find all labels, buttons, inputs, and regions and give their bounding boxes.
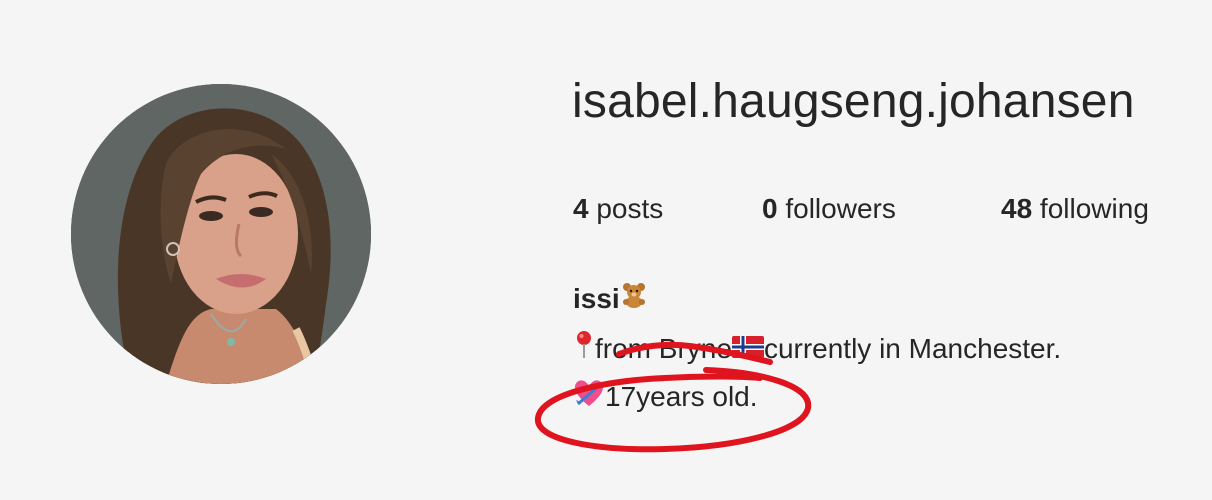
bio-current-location-text: currently in Manchester. <box>763 332 1062 364</box>
stat-following[interactable]: 48 following <box>1001 193 1149 225</box>
bio-name-text: issi <box>573 282 620 314</box>
profile-stats: 4 posts 0 followers 48 following <box>573 193 1193 233</box>
followers-label: followers <box>777 193 896 224</box>
profile-username: isabel.haugseng.johansen <box>572 75 1135 128</box>
stat-posts[interactable]: 4 posts <box>573 193 663 225</box>
round-pushpin-icon <box>573 330 595 367</box>
followers-count: 0 <box>762 193 778 224</box>
posts-count: 4 <box>573 193 589 224</box>
teddy-bear-icon <box>620 281 648 316</box>
avatar[interactable] <box>71 84 371 384</box>
norway-flag-icon <box>731 333 764 365</box>
bio-from-text: from Bryne <box>595 332 732 364</box>
bio-name: issi <box>573 281 648 316</box>
heart-with-arrow-icon <box>573 378 605 415</box>
bio-age-text: 17years old. <box>605 380 758 412</box>
bio-location-line: from Bryne currently in Manchester. <box>573 330 1061 367</box>
following-label: following <box>1032 193 1149 224</box>
posts-label: posts <box>588 193 664 224</box>
bio-age-line: 17years old. <box>573 378 758 415</box>
avatar-photo <box>71 84 371 384</box>
following-count: 48 <box>1001 193 1033 224</box>
stat-followers[interactable]: 0 followers <box>762 193 896 225</box>
